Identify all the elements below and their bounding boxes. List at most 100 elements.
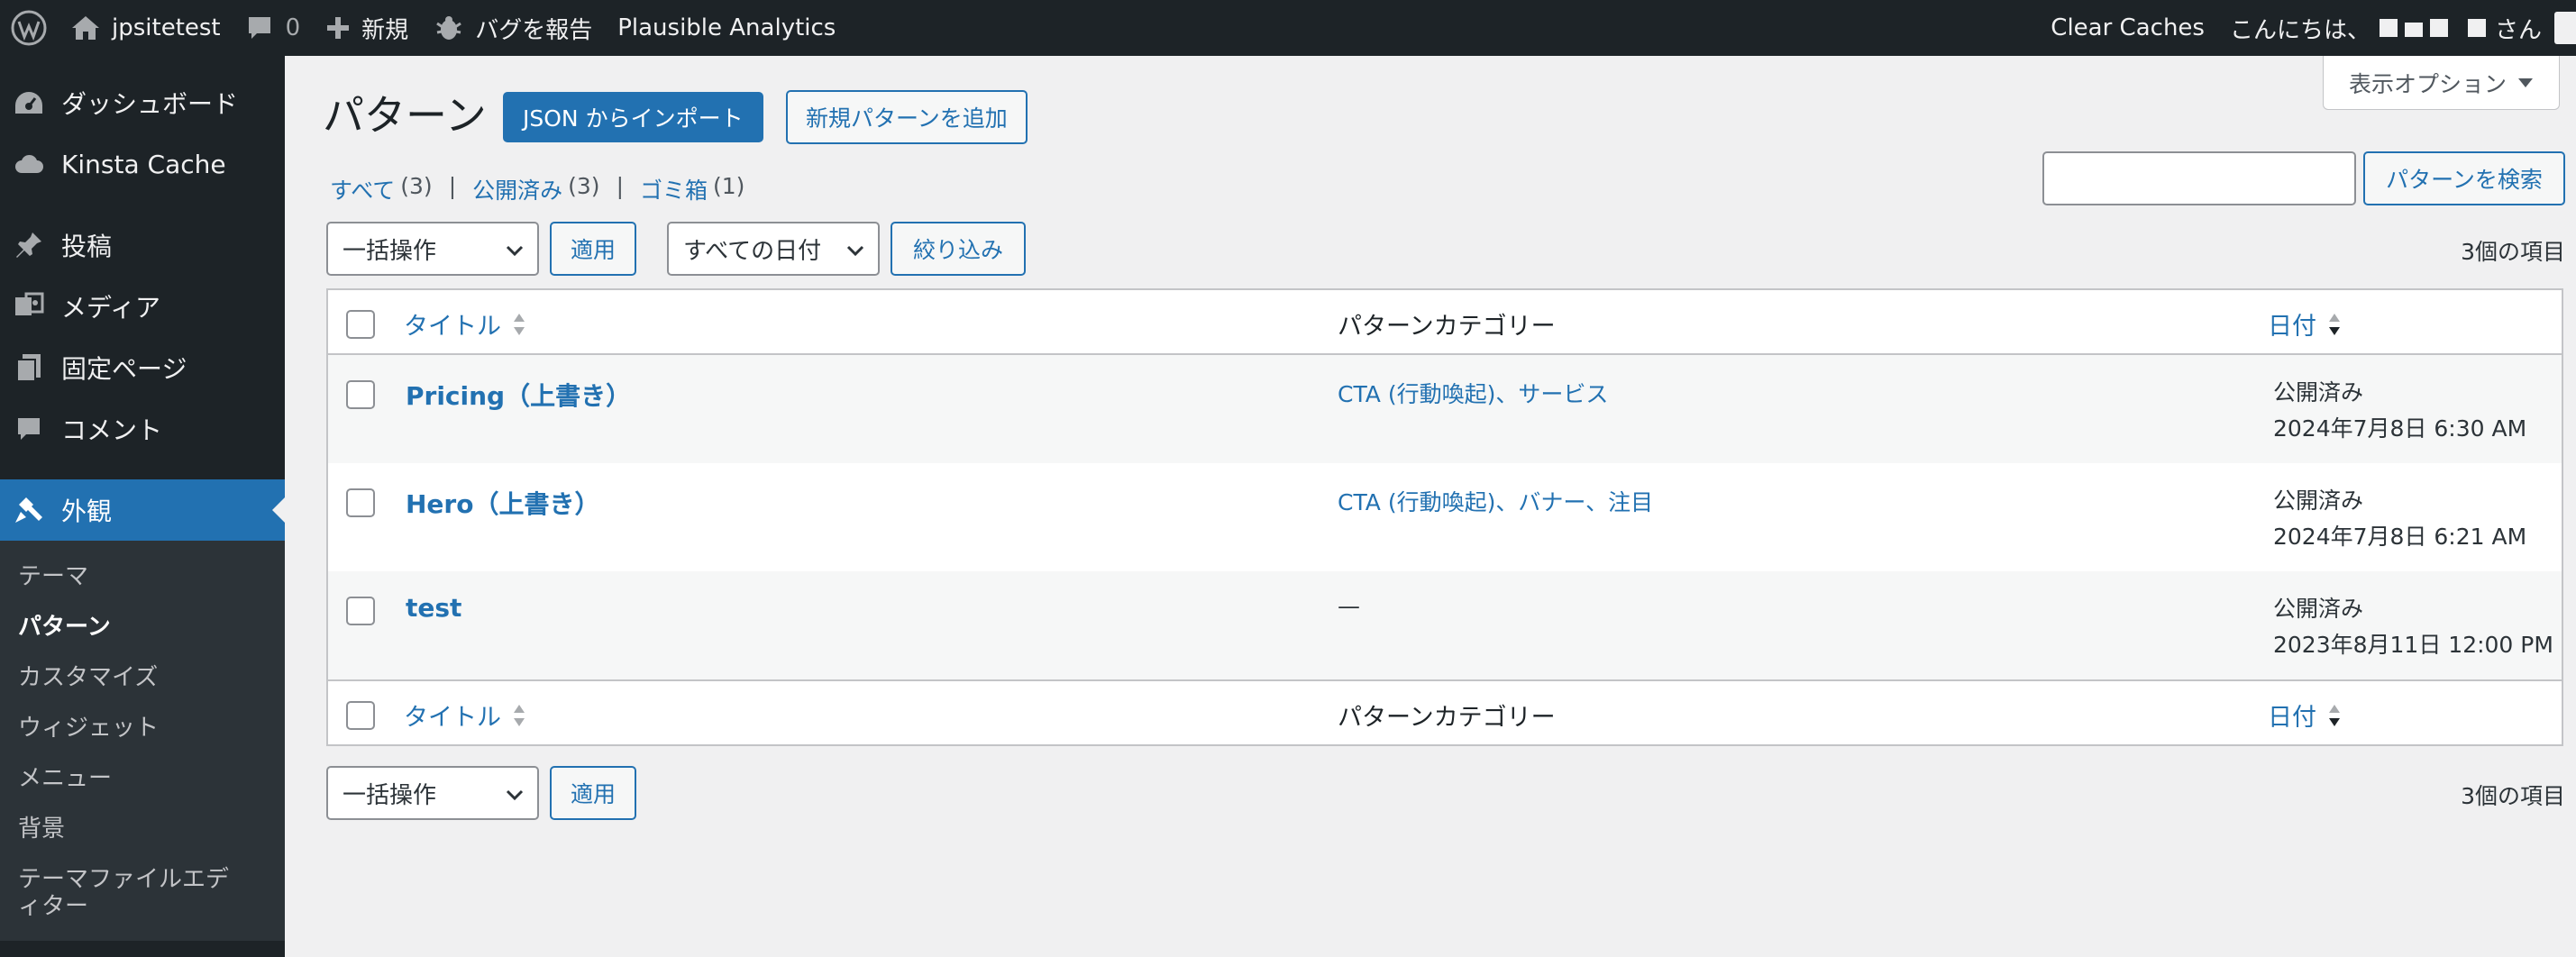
view-separator: | [616, 173, 624, 199]
submenu-item-themes[interactable]: テーマ [0, 551, 285, 602]
my-account-link[interactable]: こんにちは、 さん [2217, 0, 2576, 56]
bug-icon [434, 14, 464, 41]
row-date: 公開済み 2024年7月8日 6:21 AM [2273, 483, 2526, 555]
row-checkbox[interactable] [346, 488, 375, 517]
row-checkbox[interactable] [346, 597, 375, 625]
column-title-footer[interactable]: タイトル [404, 697, 526, 733]
sidebar-item-kinsta-cache[interactable]: Kinsta Cache [0, 133, 285, 195]
view-trash-count: (1) [713, 173, 745, 199]
row-title-link[interactable]: Hero（上書き） [406, 485, 599, 521]
row-title-link[interactable]: test [406, 593, 461, 623]
sidebar-item-media[interactable]: メディア [0, 276, 285, 337]
appearance-icon [13, 494, 45, 526]
bug-report-link[interactable]: バグを報告 [421, 0, 605, 56]
dashboard-icon [13, 87, 45, 119]
sidebar-item-posts[interactable]: 投稿 [0, 214, 285, 276]
row-date-value: 2024年7月8日 6:21 AM [2273, 524, 2527, 550]
pages-icon [13, 351, 45, 384]
items-count-bottom: 3個の項目 [2461, 783, 2565, 809]
pin-icon [13, 229, 45, 261]
submenu-item-widgets[interactable]: ウィジェット [0, 703, 285, 753]
clear-caches-label: Clear Caches [2051, 14, 2205, 41]
clear-caches-link[interactable]: Clear Caches [2038, 0, 2217, 56]
chevron-down-icon [505, 784, 525, 811]
row-date: 公開済み 2023年8月11日 12:00 PM [2273, 591, 2553, 663]
row-title-link[interactable]: Pricing（上書き） [406, 377, 631, 413]
screen-options-button[interactable]: 表示オプション [2322, 56, 2560, 110]
screen-options-label: 表示オプション [2348, 70, 2507, 97]
select-all-checkbox[interactable] [346, 310, 375, 339]
sidebar-item-pages[interactable]: 固定ページ [0, 337, 285, 398]
site-name-link[interactable]: jpsitetest [58, 0, 233, 56]
row-categories[interactable]: CTA (行動喚起)、バナー、注目 [1338, 485, 1653, 517]
column-title-header[interactable]: タイトル [404, 306, 526, 342]
chevron-down-icon [845, 240, 865, 267]
date-filter-select[interactable]: すべての日付 [667, 222, 880, 276]
bulk-action-value: 一括操作 [343, 237, 437, 265]
admin-bar: jpsitetest 0 新規 バグを報告 Plausible Analytic… [0, 0, 2576, 56]
sidebar-item-appearance[interactable]: 外観 [0, 479, 285, 541]
table-row: Hero（上書き） CTA (行動喚起)、バナー、注目 公開済み 2024年7月… [328, 463, 2562, 571]
sidebar-item-comments[interactable]: コメント [0, 398, 285, 460]
sidebar-item-label: 投稿 [61, 232, 113, 261]
view-all-count: (3) [400, 173, 433, 199]
date-filter-value: すべての日付 [683, 237, 822, 265]
wordpress-logo-icon[interactable] [0, 0, 58, 56]
new-content-link[interactable]: 新規 [313, 0, 421, 56]
sort-icon [512, 311, 526, 338]
row-status: 公開済み [2273, 596, 2364, 622]
column-date-header[interactable]: 日付 [2268, 306, 2342, 342]
comments-link[interactable]: 0 [233, 0, 314, 56]
avatar[interactable] [2554, 12, 2576, 44]
admin-sidebar: ダッシュボード Kinsta Cache 投稿 メディア 固定ページ コメント … [0, 56, 285, 957]
comment-bubble-icon [246, 14, 273, 41]
view-published-link[interactable]: 公開済み [472, 173, 562, 205]
chevron-down-icon [505, 240, 525, 267]
select-all-checkbox-footer[interactable] [346, 701, 375, 730]
row-categories[interactable]: CTA (行動喚起)、サービス [1338, 377, 1608, 409]
san-text: さん [2494, 16, 2542, 44]
sidebar-item-dashboard[interactable]: ダッシュボード [0, 72, 285, 133]
analytics-link[interactable]: Plausible Analytics [605, 0, 848, 56]
sidebar-item-label: 外観 [61, 497, 113, 526]
new-label: 新規 [361, 16, 409, 44]
patterns-table: タイトル パターンカテゴリー 日付 Pricing（上書き） CTA (行動喚起… [326, 288, 2563, 746]
submenu-item-customize[interactable]: カスタマイズ [0, 652, 285, 703]
cloud-icon [13, 148, 45, 180]
bulk-action-select[interactable]: 一括操作 [326, 222, 539, 276]
page-title: パターン [323, 91, 487, 140]
column-date-label: 日付 [2268, 313, 2316, 341]
media-icon [13, 290, 45, 323]
bulk-action-value: 一括操作 [343, 781, 437, 809]
column-category-header: パターンカテゴリー [1338, 313, 1556, 341]
column-date-footer[interactable]: 日付 [2268, 697, 2342, 733]
view-all-link[interactable]: すべて [330, 173, 395, 205]
column-title-label: タイトル [404, 704, 501, 732]
view-published-count: (3) [568, 173, 600, 199]
row-date-value: 2024年7月8日 6:30 AM [2273, 415, 2527, 442]
bulk-action-select-bottom[interactable]: 一括操作 [326, 766, 539, 820]
table-row: test — 公開済み 2023年8月11日 12:00 PM [328, 571, 2562, 679]
column-category-footer: パターンカテゴリー [1338, 704, 1556, 732]
column-title-label: タイトル [404, 313, 501, 341]
sidebar-item-label: 固定ページ [61, 354, 187, 384]
apply-button-bottom[interactable]: 適用 [550, 766, 636, 820]
view-trash-link[interactable]: ゴミ箱 [640, 173, 708, 205]
add-new-pattern-button[interactable]: 新規パターンを追加 [786, 90, 1028, 144]
redacted-username [2379, 19, 2486, 37]
sidebar-item-label: メディア [61, 293, 161, 323]
sidebar-item-label: コメント [61, 415, 163, 445]
json-import-button[interactable]: JSON からインポート [503, 92, 763, 142]
submenu-item-background[interactable]: 背景 [0, 804, 285, 854]
submenu-item-patterns[interactable]: パターン [0, 602, 285, 652]
site-name: jpsitetest [112, 14, 221, 41]
apply-button[interactable]: 適用 [550, 222, 636, 276]
search-patterns-button[interactable]: パターンを検索 [2363, 151, 2565, 205]
search-input[interactable] [2042, 151, 2356, 205]
row-categories: — [1338, 593, 1360, 619]
submenu-item-theme-file-editor[interactable]: テーマファイルエディター [0, 854, 261, 932]
column-date-label: 日付 [2268, 704, 2316, 732]
submenu-item-menus[interactable]: メニュー [0, 753, 285, 804]
row-checkbox[interactable] [346, 380, 375, 409]
filter-button[interactable]: 絞り込み [891, 222, 1026, 276]
